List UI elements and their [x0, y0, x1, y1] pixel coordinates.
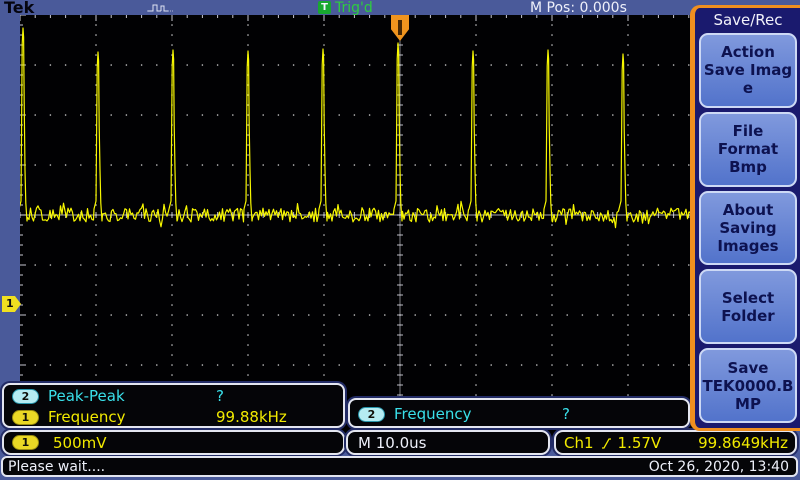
button-line: Images [717, 237, 778, 255]
message-bar: Please wait.... Oct 26, 2020, 13:40 [1, 456, 798, 477]
button-line: File [733, 122, 764, 140]
button-line: TEK0000.BMP [702, 377, 794, 413]
top-status-bar: Tek T Trig'd M Pos: 0.000s [0, 0, 800, 16]
channel2-badge: 2 [358, 407, 385, 422]
channel1-badge: 1 [12, 435, 39, 450]
timebase-value: M 10.0us [358, 434, 426, 452]
trigger-marker-slot [398, 20, 402, 35]
trigger-readout: Ch1 1.57V 99.8649kHz [554, 430, 797, 455]
save-rec-menu: Save/Rec Action Save Image File Format B… [690, 5, 800, 431]
datetime-readout: Oct 26, 2020, 13:40 [649, 459, 789, 475]
graticule-display [20, 15, 780, 443]
waveform-plot [20, 15, 780, 443]
measurement-label: Frequency [48, 408, 126, 426]
horizontal-position-readout: M Pos: 0.000s [530, 0, 627, 16]
measurement-value: 99.88kHz [216, 408, 287, 426]
ch1-scale-value: 500mV [53, 434, 107, 452]
trigger-type-icon: T [318, 1, 331, 14]
trigger-source: Ch1 [564, 434, 594, 452]
trigger-frequency-value: 99.8649kHz [698, 434, 788, 452]
button-line: Save [728, 359, 769, 377]
button-line: Action [721, 43, 775, 61]
menu-button-about-saving-images[interactable]: About Saving Images [699, 191, 797, 266]
timebase-readout: M 10.0us [346, 430, 550, 455]
menu-title: Save/Rec [699, 10, 797, 31]
ch1-scale-readout: 1 500mV [2, 430, 345, 455]
menu-button-select-folder[interactable]: Select Folder [699, 269, 797, 344]
channel1-ground-marker[interactable]: 1 [2, 296, 21, 312]
trigger-level-value: 1.57V [618, 434, 662, 452]
menu-button-action-save-image[interactable]: Action Save Image [699, 33, 797, 108]
channel1-badge: 1 [12, 410, 39, 425]
button-line: Format [718, 140, 778, 158]
acquisition-pulse-icon [147, 2, 175, 14]
rising-edge-icon [601, 436, 612, 450]
button-line: Saving [719, 219, 776, 237]
measurement-box-2: 2 Frequency ? [348, 398, 690, 428]
menu-button-file-format[interactable]: File Format Bmp [699, 112, 797, 187]
channel2-badge: 2 [12, 389, 39, 404]
oscilloscope-ui: Tek T Trig'd M Pos: 0.000s 1 Save/Rec Ac… [0, 0, 800, 480]
status-message: Please wait.... [8, 459, 105, 475]
button-line: Select [722, 289, 774, 307]
measurement-row: 2 Peak-Peak ? [4, 386, 343, 407]
measurement-row: 1 Frequency 99.88kHz [4, 407, 343, 428]
measurement-label: Frequency [394, 405, 472, 423]
button-line: About [723, 201, 774, 219]
measurement-value: ? [216, 387, 224, 405]
measurement-row: 2 Frequency ? [350, 404, 688, 425]
button-line: Folder [721, 307, 774, 325]
trigger-status-label: Trig'd [335, 0, 373, 16]
measurement-label: Peak-Peak [48, 387, 125, 405]
measurement-value: ? [562, 405, 570, 423]
menu-button-save-file[interactable]: Save TEK0000.BMP [699, 348, 797, 423]
button-line: Bmp [729, 158, 767, 176]
measurement-box-1: 2 Peak-Peak ? 1 Frequency 99.88kHz [2, 383, 345, 428]
button-line: Save Image [702, 61, 794, 97]
